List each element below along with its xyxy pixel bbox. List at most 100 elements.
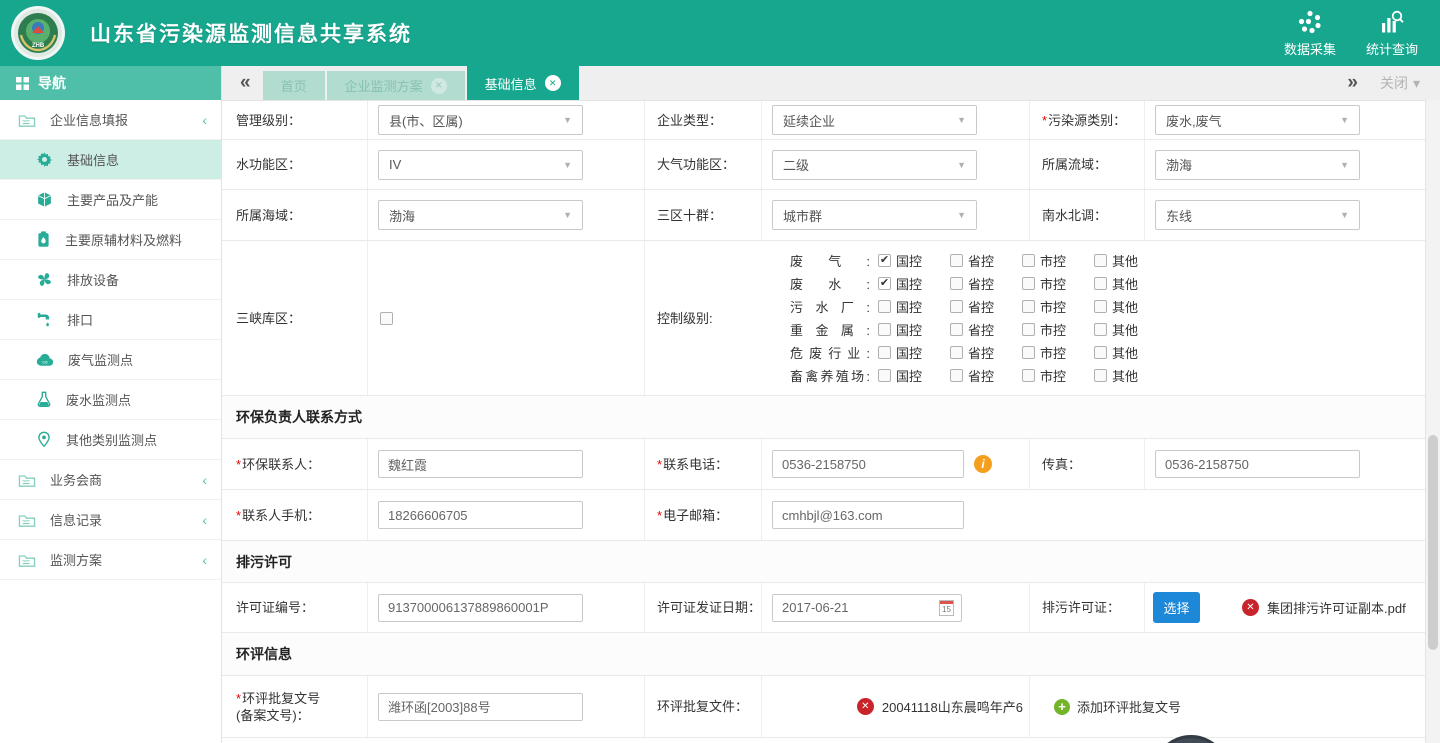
checkbox-unchecked-icon[interactable] — [1022, 346, 1035, 359]
close-tab-icon[interactable]: ✕ — [545, 75, 561, 91]
control-level-option-3[interactable]: 其他 — [1094, 297, 1166, 316]
sidebar-group-business[interactable]: 业务会商 ‹ — [0, 460, 221, 500]
checkbox-unchecked-icon[interactable] — [950, 369, 963, 382]
sidebar-item-equipment[interactable]: 排放设备 — [0, 260, 221, 300]
control-level-option-2[interactable]: 市控 — [1022, 274, 1094, 293]
scrollbar-thumb[interactable] — [1428, 435, 1438, 650]
contact-phone-input[interactable] — [772, 450, 964, 478]
stat-query-button[interactable]: 统计查询 — [1366, 9, 1418, 58]
permit-date-input[interactable] — [772, 594, 962, 622]
sidebar-group-records[interactable]: 信息记录 ‹ — [0, 500, 221, 540]
sea-area-select[interactable]: 渤海▼ — [378, 200, 583, 230]
sanxia-checkbox[interactable] — [380, 312, 393, 325]
contact-mobile-input[interactable] — [378, 501, 583, 529]
tab-basic-info[interactable]: 基础信息 ✕ — [467, 66, 579, 100]
checkbox-unchecked-icon[interactable] — [1022, 254, 1035, 267]
scrollbar[interactable] — [1425, 100, 1440, 743]
air-function-zone-select[interactable]: 二级▼ — [772, 150, 977, 180]
water-diversion-select[interactable]: 东线▼ — [1155, 200, 1360, 230]
pollution-source-type-select[interactable]: 废水,废气▼ — [1155, 105, 1360, 135]
control-level-option-0[interactable]: ✔国控 — [878, 251, 950, 270]
close-tab-icon[interactable]: ✕ — [431, 78, 447, 94]
checkbox-unchecked-icon[interactable] — [950, 323, 963, 336]
basin-select[interactable]: 渤海▼ — [1155, 150, 1360, 180]
add-eia-approval-link[interactable]: 添加环评批复文号 — [1077, 697, 1181, 716]
control-level-option-3[interactable]: 其他 — [1094, 320, 1166, 339]
control-level-option-2[interactable]: 市控 — [1022, 343, 1094, 362]
checkbox-unchecked-icon[interactable] — [950, 277, 963, 290]
sidebar-item-materials[interactable]: 主要原辅材料及燃料 — [0, 220, 221, 260]
sidebar-group-plans[interactable]: 监测方案 ‹ — [0, 540, 221, 580]
management-level-select[interactable]: 县(市、区属)▼ — [378, 105, 583, 135]
remove-file-icon[interactable]: ✕ — [1242, 599, 1259, 616]
water-function-zone-select[interactable]: IV▼ — [378, 150, 583, 180]
tab-home[interactable]: 首页 — [263, 71, 325, 100]
checkbox-checked-icon[interactable]: ✔ — [878, 277, 891, 290]
email-input[interactable] — [772, 501, 964, 529]
close-menu-button[interactable]: 关闭 ▾ — [1370, 73, 1440, 93]
checkbox-unchecked-icon[interactable] — [1094, 323, 1107, 336]
checkbox-unchecked-icon[interactable] — [1022, 323, 1035, 336]
sidebar-item-products[interactable]: 主要产品及产能 — [0, 180, 221, 220]
control-level-option-0[interactable]: ✔国控 — [878, 274, 950, 293]
checkbox-unchecked-icon[interactable] — [878, 323, 891, 336]
checkbox-unchecked-icon[interactable] — [950, 300, 963, 313]
control-level-option-0[interactable]: 国控 — [878, 366, 950, 385]
sidebar-item-outlet[interactable]: 排口 — [0, 300, 221, 340]
choose-file-button[interactable]: 选择 — [1153, 592, 1200, 623]
three-zones-ten-clusters-select[interactable]: 城市群▼ — [772, 200, 977, 230]
checkbox-checked-icon[interactable]: ✔ — [878, 254, 891, 267]
checkbox-unchecked-icon[interactable] — [1022, 277, 1035, 290]
scroll-tabs-left-icon[interactable]: « — [228, 72, 263, 94]
field-label: 南水北调： — [1042, 207, 1107, 224]
control-level-option-2[interactable]: 市控 — [1022, 320, 1094, 339]
control-level-option-3[interactable]: 其他 — [1094, 343, 1166, 362]
checkbox-unchecked-icon[interactable] — [878, 369, 891, 382]
checkbox-unchecked-icon[interactable] — [1094, 300, 1107, 313]
control-level-option-1[interactable]: 省控 — [950, 320, 1022, 339]
tab-enterprise-monitor-plan[interactable]: 企业监测方案 ✕ — [327, 71, 465, 100]
control-level-option-1[interactable]: 省控 — [950, 343, 1022, 362]
checkbox-unchecked-icon[interactable] — [1022, 369, 1035, 382]
control-level-option-0[interactable]: 国控 — [878, 343, 950, 362]
control-level-option-1[interactable]: 省控 — [950, 251, 1022, 270]
sidebar-item-other-points[interactable]: 其他类别监测点 — [0, 420, 221, 460]
remove-file-icon[interactable]: ✕ — [857, 698, 874, 715]
control-level-option-3[interactable]: 其他 — [1094, 366, 1166, 385]
sidebar-group-enterprise-info[interactable]: 企业信息填报 ‹ — [0, 100, 221, 140]
control-level-option-0[interactable]: 国控 — [878, 297, 950, 316]
checkbox-unchecked-icon[interactable] — [1094, 369, 1107, 382]
fax-input[interactable] — [1155, 450, 1360, 478]
control-level-option-1[interactable]: 省控 — [950, 366, 1022, 385]
enterprise-type-select[interactable]: 延续企业▼ — [772, 105, 977, 135]
contact-name-input[interactable] — [378, 450, 583, 478]
checkbox-unchecked-icon[interactable] — [878, 300, 891, 313]
control-level-option-1[interactable]: 省控 — [950, 274, 1022, 293]
scroll-tabs-right-icon[interactable]: » — [1335, 72, 1370, 94]
control-level-option-2[interactable]: 市控 — [1022, 297, 1094, 316]
sidebar-item-gas-points[interactable]: co 废气监测点 — [0, 340, 221, 380]
control-level-option-2[interactable]: 市控 — [1022, 366, 1094, 385]
data-collection-button[interactable]: 数据采集 — [1284, 9, 1336, 58]
eia-approval-number-input[interactable] — [378, 693, 583, 721]
calendar-icon[interactable]: 15 — [939, 600, 954, 616]
checkbox-unchecked-icon[interactable] — [1022, 300, 1035, 313]
control-level-option-3[interactable]: 其他 — [1094, 274, 1166, 293]
control-level-option-2[interactable]: 市控 — [1022, 251, 1094, 270]
sidebar-item-basic-info[interactable]: 基础信息 — [0, 140, 221, 180]
checkbox-unchecked-icon[interactable] — [950, 254, 963, 267]
info-icon[interactable]: i — [974, 455, 992, 473]
control-level-option-3[interactable]: 其他 — [1094, 251, 1166, 270]
add-icon[interactable]: + — [1054, 699, 1070, 715]
checkbox-unchecked-icon[interactable] — [1094, 254, 1107, 267]
sidebar-item-water-points[interactable]: 废水监测点 — [0, 380, 221, 420]
checkbox-unchecked-icon[interactable] — [1094, 346, 1107, 359]
checkbox-unchecked-icon[interactable] — [878, 346, 891, 359]
permit-number-input[interactable] — [378, 594, 583, 622]
control-level-option-1[interactable]: 省控 — [950, 297, 1022, 316]
checkbox-unchecked-icon[interactable] — [1094, 277, 1107, 290]
dots-cluster-icon — [1297, 9, 1323, 35]
control-level-option-0[interactable]: 国控 — [878, 320, 950, 339]
permit-date-field[interactable]: 15 — [762, 594, 962, 622]
checkbox-unchecked-icon[interactable] — [950, 346, 963, 359]
